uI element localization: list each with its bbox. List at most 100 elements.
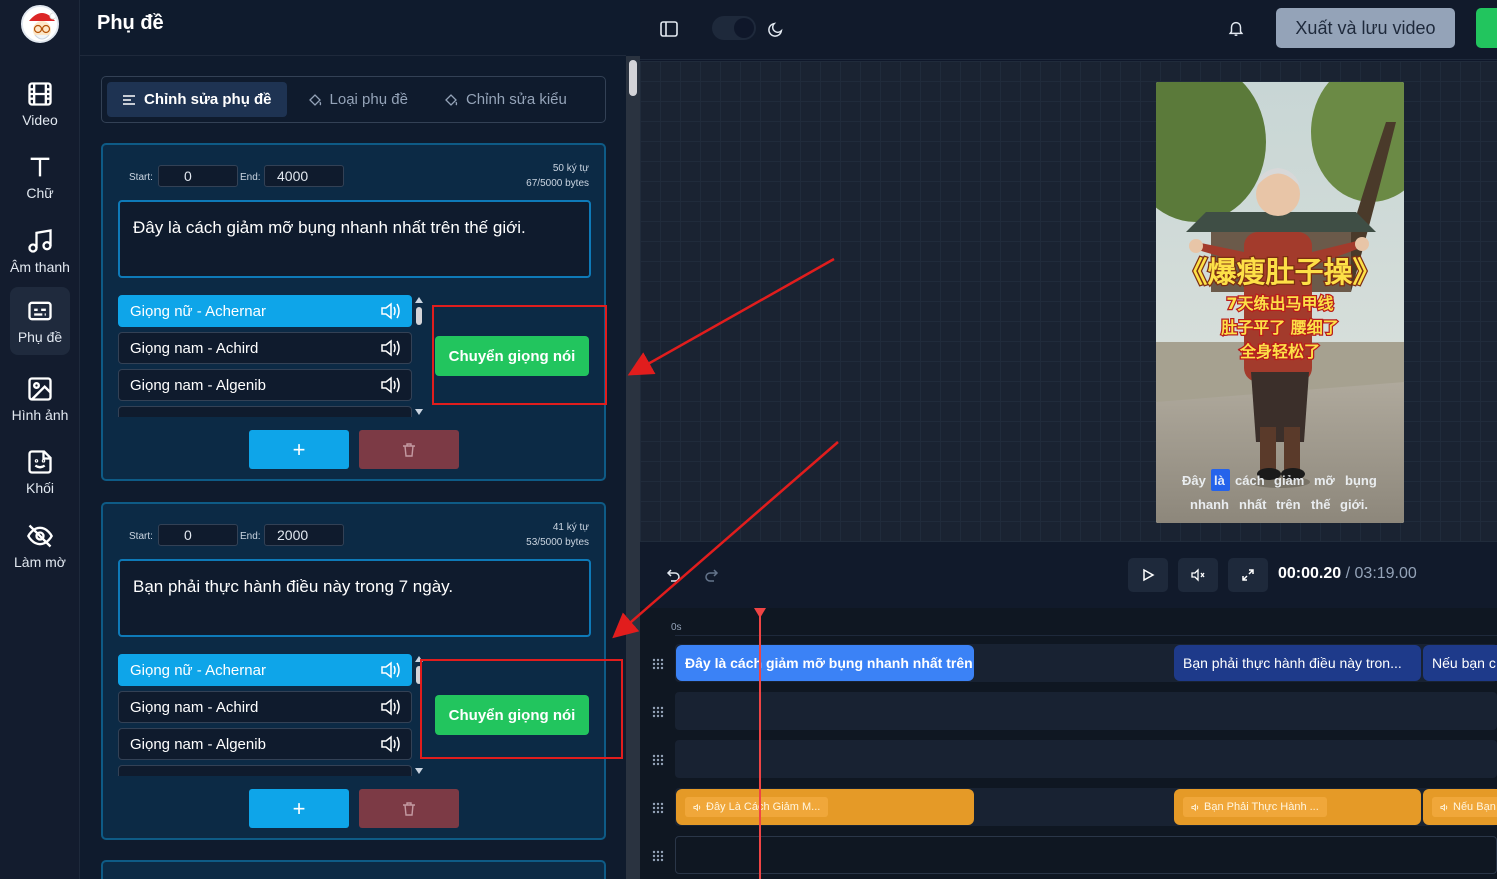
undo-icon — [666, 569, 680, 582]
left-rail: Video Chữ Âm thanh Phụ đề Hình ảnh Khối … — [0, 0, 80, 879]
voice-option[interactable]: Giọng nam - Algenib — [118, 369, 412, 401]
sidebar-item-audio[interactable]: Âm thanh — [0, 217, 80, 285]
tab-edit-style[interactable]: Chỉnh sửa kiểu — [429, 82, 582, 117]
drag-handle-icon[interactable] — [651, 753, 665, 767]
redo-icon — [705, 569, 719, 582]
tab-subtitle-type[interactable]: Loại phụ đề — [293, 82, 423, 117]
speaker-icon[interactable] — [379, 375, 401, 395]
audio-clip[interactable]: Bạn Phải Thực Hành ... — [1174, 789, 1421, 825]
eye-off-icon — [27, 524, 53, 548]
playhead-handle[interactable] — [754, 608, 766, 618]
caption-word: nhanh — [1190, 497, 1229, 512]
annotation-box — [420, 659, 623, 759]
speaker-icon[interactable] — [379, 301, 401, 321]
caption-word: thế — [1311, 497, 1331, 512]
redo-button[interactable] — [703, 566, 721, 584]
sidebar-item-subtitles[interactable]: Phụ đề — [10, 287, 70, 355]
tab-label: Loại phụ đề — [329, 91, 408, 108]
tab-edit-subtitles[interactable]: Chỉnh sửa phụ đề — [107, 82, 287, 117]
theme-toggle[interactable] — [712, 16, 756, 40]
sidebar-item-image[interactable]: Hình ảnh — [0, 365, 80, 433]
subtitle-text-input[interactable]: Bạn phải thực hành điều này trong 7 ngày… — [118, 559, 591, 637]
panel-scrollbar[interactable] — [626, 56, 640, 879]
caption-word: cách — [1235, 473, 1265, 488]
audio-clip-label: Đây Là Cách Giảm M... — [685, 797, 829, 817]
start-label: Start: — [129, 172, 153, 183]
audio-clip[interactable]: Đây Là Cách Giảm M... — [676, 789, 974, 825]
align-left-icon — [123, 94, 135, 105]
subtitle-clip[interactable]: Nếu bạn c — [1423, 645, 1497, 681]
voice-option[interactable]: Giọng nữ - Achernar — [118, 654, 412, 686]
voice-option[interactable]: Giọng nam - Algenib — [118, 728, 412, 760]
audio-clip[interactable]: Nếu Bạn — [1423, 789, 1497, 825]
fullscreen-button[interactable] — [1228, 558, 1268, 592]
sidebar-item-label: Phụ đề — [17, 329, 63, 345]
mute-button[interactable] — [1178, 558, 1218, 592]
current-time: 00:00.20 — [1278, 565, 1342, 582]
speaker-icon[interactable] — [379, 697, 401, 717]
delete-subtitle-button[interactable] — [359, 789, 459, 828]
end-input[interactable]: 2000 — [264, 524, 344, 546]
char-count: 50 ký tự 67/5000 bytes — [526, 161, 589, 191]
speaker-icon — [693, 803, 701, 811]
subtitle-text-input[interactable]: Đây là cách giảm mỡ bụng nhanh nhất trên… — [118, 200, 591, 278]
sidebar-item-text[interactable]: Chữ — [0, 143, 80, 211]
scroll-thumb[interactable] — [629, 60, 637, 96]
delete-subtitle-button[interactable] — [359, 430, 459, 469]
top-bar: Xuất và lưu video — [640, 0, 1497, 60]
add-subtitle-button[interactable]: + — [249, 430, 349, 469]
voice-list: Giọng nữ - Achernar Giọng nam - Achird G… — [118, 295, 414, 417]
drag-handle-icon[interactable] — [651, 705, 665, 719]
sidebar-item-block[interactable]: Khối — [0, 438, 80, 506]
speaker-icon[interactable] — [379, 338, 401, 358]
drag-handle-icon[interactable] — [651, 801, 665, 815]
app-logo[interactable] — [21, 5, 59, 43]
subtitle-clip[interactable]: Đây là cách giảm mỡ bụng nhanh nhất trên… — [676, 645, 974, 681]
voice-option[interactable]: Giọng nam - Achird — [118, 332, 412, 364]
voice-label: Giọng nữ - Achernar — [130, 302, 266, 320]
char-count-text: 41 ký tự — [552, 522, 589, 533]
voice-option[interactable] — [118, 406, 412, 417]
sidebar-item-label: Video — [22, 112, 58, 128]
export-save-video-button[interactable]: Xuất và lưu video — [1276, 8, 1455, 48]
start-input[interactable]: 0 — [158, 524, 238, 546]
add-subtitle-button[interactable]: + — [249, 789, 349, 828]
drag-handle-icon[interactable] — [651, 849, 665, 863]
end-label: End: — [240, 531, 261, 542]
voice-option[interactable] — [118, 765, 412, 776]
panel-title: Phụ đề — [97, 12, 164, 34]
subtitle-card — [101, 860, 606, 879]
publish-button[interactable] — [1476, 8, 1497, 48]
subtitle-clip[interactable]: Bạn phải thực hành điều này tron... — [1174, 645, 1421, 681]
paint-bucket-icon — [308, 93, 321, 106]
sidebar-item-video[interactable]: Video — [0, 70, 80, 138]
start-input[interactable]: 0 — [158, 165, 238, 187]
end-input[interactable]: 4000 — [264, 165, 344, 187]
film-icon — [28, 82, 52, 106]
undo-button[interactable] — [664, 566, 682, 584]
speaker-icon[interactable] — [379, 734, 401, 754]
notification-button[interactable] — [1225, 17, 1247, 39]
sidebar-item-blur[interactable]: Làm mờ — [0, 512, 80, 580]
video-line-1: 7天练出马甲线 — [1226, 294, 1333, 313]
timeline-ruler[interactable]: 0s — [671, 608, 1497, 636]
moon-icon — [765, 18, 787, 40]
audio-track: Đây Là Cách Giảm M... Bạn Phải Thực Hành… — [675, 788, 1497, 826]
sidebar-item-label: Khối — [25, 480, 55, 496]
voice-scrollbar[interactable] — [414, 297, 424, 415]
play-button[interactable] — [1128, 558, 1168, 592]
speaker-icon[interactable] — [379, 660, 401, 680]
audio-clip-label: Bạn Phải Thực Hành ... — [1183, 797, 1327, 817]
empty-track — [675, 836, 1497, 874]
caption-word: giới. — [1340, 497, 1368, 512]
char-count: 41 ký tự 53/5000 bytes — [526, 520, 589, 550]
voice-option[interactable]: Giọng nữ - Achernar — [118, 295, 412, 327]
playhead[interactable] — [759, 608, 761, 879]
voice-list: Giọng nữ - Achernar Giọng nam - Achird G… — [118, 654, 414, 776]
video-preview[interactable]: 《爆瘦肚子操》 7天练出马甲线 肚子平了 腰细了 全身轻松了 Đây là cá… — [1156, 82, 1404, 523]
voice-label: Giọng nam - Achird — [130, 698, 259, 716]
voice-option[interactable]: Giọng nam - Achird — [118, 691, 412, 723]
paint-bucket-icon — [445, 93, 458, 106]
drag-handle-icon[interactable] — [651, 657, 665, 671]
sidebar-toggle-button[interactable] — [658, 18, 680, 40]
